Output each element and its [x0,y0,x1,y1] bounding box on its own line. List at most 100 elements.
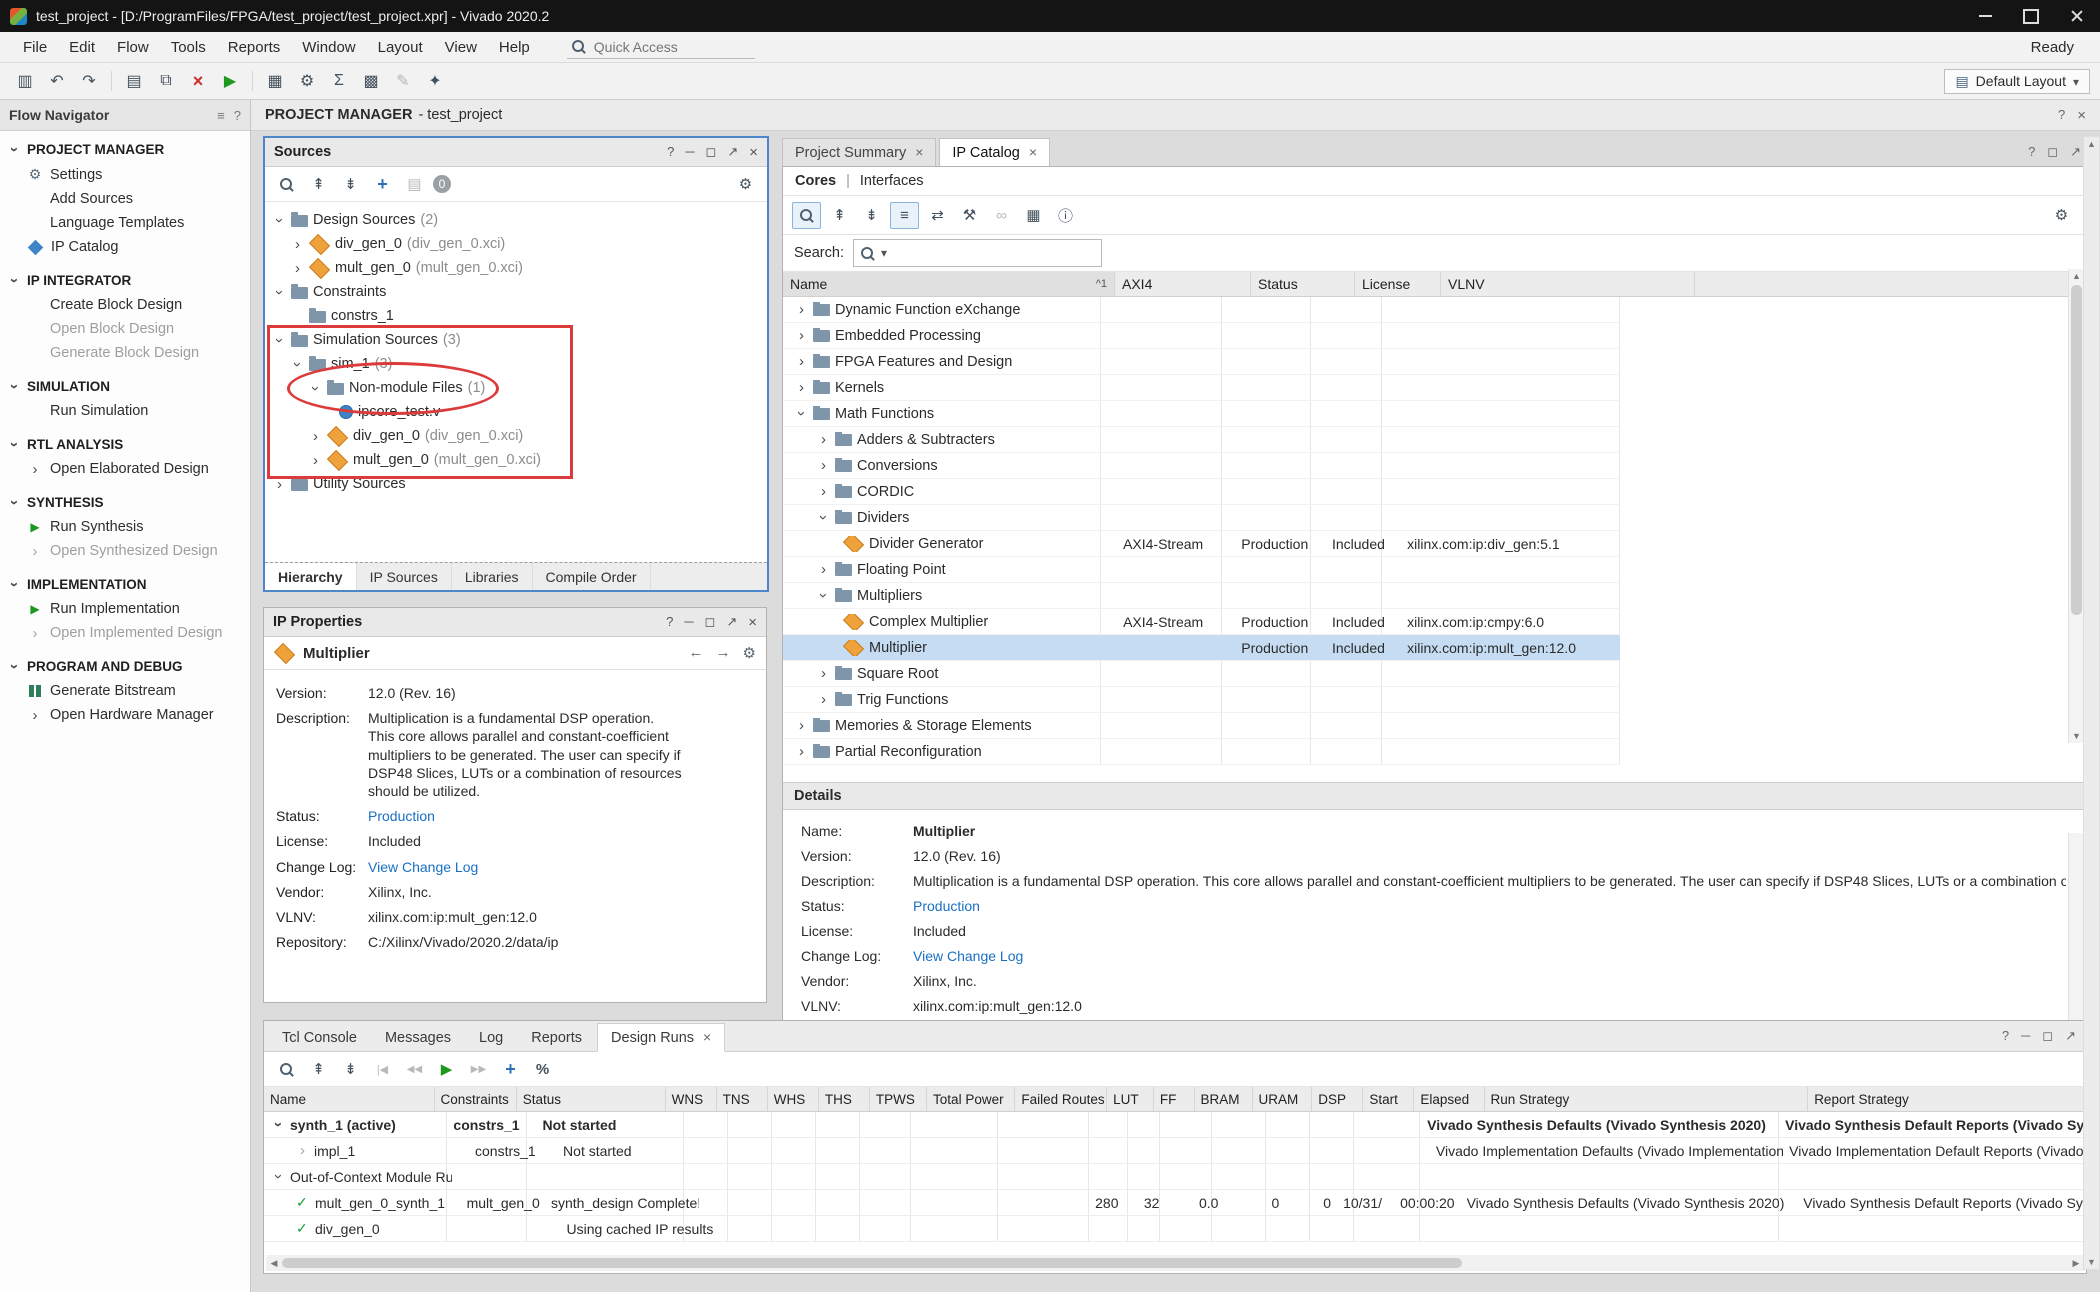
chevron-right-icon[interactable] [309,454,322,467]
close-icon[interactable] [748,614,757,631]
help-icon[interactable] [234,108,241,123]
launch-runs-icon[interactable] [433,1057,460,1082]
catalog-category-square-root[interactable]: Square Root [783,661,1620,687]
tab-compile-order[interactable]: Compile Order [533,563,651,590]
add-sources-icon[interactable] [369,172,396,197]
tab-ip-catalog[interactable]: IP Catalog [939,138,1050,166]
flownav-section-rtl-analysis[interactable]: RTL ANALYSIS [0,432,250,457]
scrollbar-thumb[interactable] [2071,285,2082,615]
expand-all-icon[interactable] [858,203,885,228]
column-tns[interactable]: TNS [717,1087,768,1111]
run-row-ooc-group[interactable]: Out-of-Context Module Runs [264,1164,2086,1190]
tree-item-constraints[interactable]: Constraints [265,280,767,304]
flownav-item-settings[interactable]: Settings [0,162,250,187]
layout-grid-icon[interactable] [356,67,386,95]
search-icon[interactable] [792,202,821,229]
column-uram[interactable]: URAM [1253,1087,1313,1111]
scroll-right-icon[interactable]: ▶ [2068,1258,2084,1269]
flownav-item-open-implemented-design[interactable]: Open Implemented Design [0,621,250,645]
redo-icon[interactable] [74,67,104,95]
flownav-section-project-manager[interactable]: PROJECT MANAGER [0,137,250,162]
catalog-category-partial-reconfiguration[interactable]: Partial Reconfiguration [783,739,1620,765]
chevron-right-icon[interactable] [795,381,808,394]
skip-to-start-icon[interactable] [369,1057,396,1082]
flownav-item-open-hardware-manager[interactable]: Open Hardware Manager [0,703,250,727]
flownav-section-synthesis[interactable]: SYNTHESIS [0,490,250,515]
dock-icon[interactable] [217,108,225,123]
column-report-strategy[interactable]: Report Strategy [1808,1087,2086,1111]
search-icon[interactable] [273,172,300,197]
help-icon[interactable] [667,144,674,161]
tree-item-ipcore-test-v[interactable]: ipcore_test.v [265,400,767,424]
flownav-item-open-elaborated-design[interactable]: Open Elaborated Design [0,457,250,481]
workspace-scrollbar[interactable]: ▲ ▼ [2083,136,2100,1270]
copy-icon[interactable] [151,67,181,95]
chevron-down-icon[interactable] [817,589,830,602]
column-status[interactable]: Status [1251,272,1355,296]
catalog-category-floating-point[interactable]: Floating Point [783,557,1620,583]
catalog-category-fpga-features[interactable]: FPGA Features and Design [783,349,1620,375]
flownav-item-create-block-design[interactable]: Create Block Design [0,293,250,317]
chevron-right-icon[interactable] [817,563,830,576]
link-icon[interactable] [988,203,1015,228]
chevron-right-icon[interactable] [273,478,286,491]
help-icon[interactable] [2028,144,2035,160]
maximize-icon[interactable] [726,614,737,631]
chevron-down-icon[interactable] [272,1118,285,1131]
catalog-category-math-functions[interactable]: Math Functions [783,401,1620,427]
menu-view[interactable]: View [434,36,488,59]
menu-tools[interactable]: Tools [160,36,217,59]
menu-layout[interactable]: Layout [367,36,434,59]
scroll-down-icon[interactable]: ▼ [2069,731,2084,741]
chevron-right-icon[interactable] [817,433,830,446]
flownav-item-run-implementation[interactable]: Run Implementation [0,597,250,621]
close-icon[interactable] [703,1029,711,1046]
restore-defaults-icon[interactable] [924,203,951,228]
column-license[interactable]: License [1355,272,1441,296]
subtab-cores[interactable]: Cores [795,173,836,189]
tree-item-sim-1[interactable]: sim_1 (3) [265,352,767,376]
maximize-icon[interactable] [2065,1028,2076,1044]
flownav-item-language-templates[interactable]: Language Templates [0,211,250,235]
flownav-item-generate-bitstream[interactable]: Generate Bitstream [0,679,250,703]
scroll-up-icon[interactable]: ▲ [2084,139,2099,149]
column-total-power[interactable]: Total Power [927,1087,1015,1111]
column-bram[interactable]: BRAM [1195,1087,1253,1111]
chevron-right-icon[interactable] [817,485,830,498]
tree-item-mult-gen-0[interactable]: mult_gen_0 (mult_gen_0.xci) [265,256,767,280]
tree-item-design-sources[interactable]: Design Sources (2) [265,208,767,232]
tab-libraries[interactable]: Libraries [452,563,533,590]
run-row-div-gen[interactable]: div_gen_0 Using cached IP results [264,1216,2086,1242]
catalog-category-memories[interactable]: Memories & Storage Elements [783,713,1620,739]
flownav-item-add-sources[interactable]: Add Sources [0,187,250,211]
minimize-icon[interactable] [2021,1028,2030,1044]
tab-design-runs[interactable]: Design Runs [597,1023,725,1052]
minimize-button[interactable] [1962,0,2008,32]
column-start[interactable]: Start [1363,1087,1414,1111]
chevron-right-icon[interactable] [296,1144,309,1157]
chevron-down-icon[interactable] [795,407,808,420]
close-icon[interactable] [915,144,923,161]
tree-item-constrs-1[interactable]: constrs_1 [265,304,767,328]
layout-selector[interactable]: Default Layout [1944,69,2090,94]
catalog-category-multipliers[interactable]: Multipliers [783,583,1620,609]
column-whs[interactable]: WHS [768,1087,819,1111]
catalog-scrollbar[interactable]: ▲ ▼ [2068,269,2084,743]
scrollbar-thumb[interactable] [282,1258,1462,1268]
catalog-category-dfx[interactable]: Dynamic Function eXchange [783,297,1620,323]
run-row-impl-1[interactable]: impl_1 constrs_1 Not started Vivado Impl… [264,1138,2086,1164]
chevron-down-icon[interactable] [309,382,322,395]
forward-arrow-icon[interactable] [716,644,731,662]
open-project-icon[interactable] [10,67,40,95]
status-link[interactable]: Production [913,898,980,917]
tab-log[interactable]: Log [466,1025,516,1051]
tab-messages[interactable]: Messages [372,1025,464,1051]
run-row-mult-gen-synth[interactable]: mult_gen_0_synth_1 mult_gen_0 synth_desi… [264,1190,2086,1216]
debug-probe-icon[interactable] [420,67,450,95]
tree-item-sim-div-gen-0[interactable]: div_gen_0 (div_gen_0.xci) [265,424,767,448]
create-run-icon[interactable] [497,1057,524,1082]
maximize-icon[interactable] [2070,144,2081,160]
chevron-down-icon[interactable] [273,214,286,227]
float-icon[interactable] [2047,144,2058,160]
catalog-row-divider-generator[interactable]: Divider Generator AXI4-Stream Production… [783,531,1620,557]
